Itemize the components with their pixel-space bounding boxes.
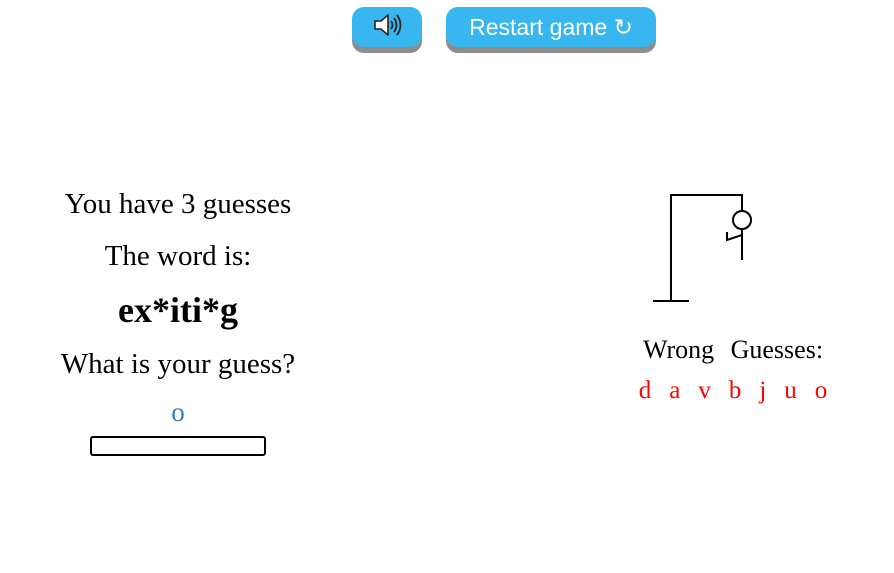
- game-status-panel: You have 3 guesses The word is: ex*iti*g…: [28, 184, 328, 456]
- restart-button-label: Restart game ↻: [469, 13, 633, 40]
- wrong-letter: d: [638, 377, 652, 404]
- hangman-head: [732, 210, 752, 230]
- wrong-guesses-list: d a v b j u o: [620, 374, 846, 408]
- wrong-letter: a: [669, 377, 681, 404]
- guess-prompt: What is your guess?: [60, 348, 296, 380]
- guess-input[interactable]: [90, 436, 266, 456]
- wrong-letter: j: [759, 377, 767, 404]
- speaker-volume-icon: [372, 11, 402, 44]
- wrong-letter: b: [728, 377, 742, 404]
- sound-toggle-button[interactable]: [352, 7, 422, 47]
- wrong-guesses-label: Wrong Guesses:: [642, 335, 824, 364]
- wrong-letter: u: [784, 377, 797, 404]
- masked-word: ex*iti*g: [118, 290, 238, 330]
- hangman-drawing: [650, 190, 760, 310]
- wrong-letter: v: [698, 377, 711, 404]
- restart-game-button[interactable]: Restart game ↻: [446, 7, 656, 47]
- word-prompt: The word is:: [104, 240, 252, 272]
- hangman-left-arm: [726, 232, 743, 242]
- wrong-letter: o: [814, 377, 828, 404]
- last-guess-letter: o: [171, 397, 185, 427]
- guesses-remaining-text: You have 3 guesses: [64, 188, 292, 220]
